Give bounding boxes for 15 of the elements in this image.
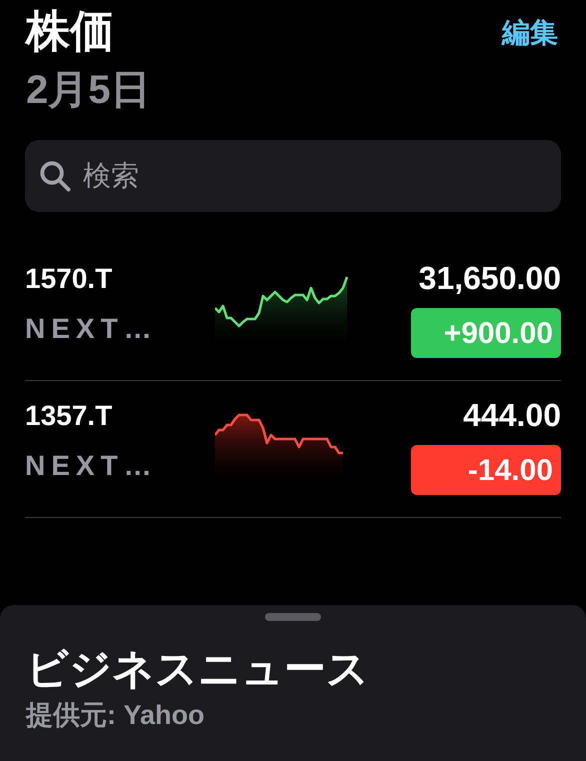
date-label: 2月5日	[26, 67, 152, 114]
sheet-handle[interactable]	[265, 613, 321, 621]
news-title: ビジネスニュース	[26, 644, 370, 694]
company-name: NEXT…	[25, 312, 159, 346]
edit-button[interactable]: 編集	[502, 12, 558, 54]
stock-price: 444.00	[463, 396, 561, 435]
change-badge[interactable]: -14.00	[411, 445, 561, 495]
news-source: 提供元: Yahoo	[26, 699, 206, 732]
company-name: NEXT…	[25, 449, 159, 483]
page-title: 株価	[26, 6, 114, 58]
search-field[interactable]: 検索	[25, 140, 561, 212]
stock-price: 31,650.00	[418, 259, 561, 298]
stock-symbol: 1570.T	[25, 262, 114, 296]
change-badge[interactable]: +900.00	[411, 308, 561, 358]
stock-symbol: 1357.T	[25, 399, 114, 433]
